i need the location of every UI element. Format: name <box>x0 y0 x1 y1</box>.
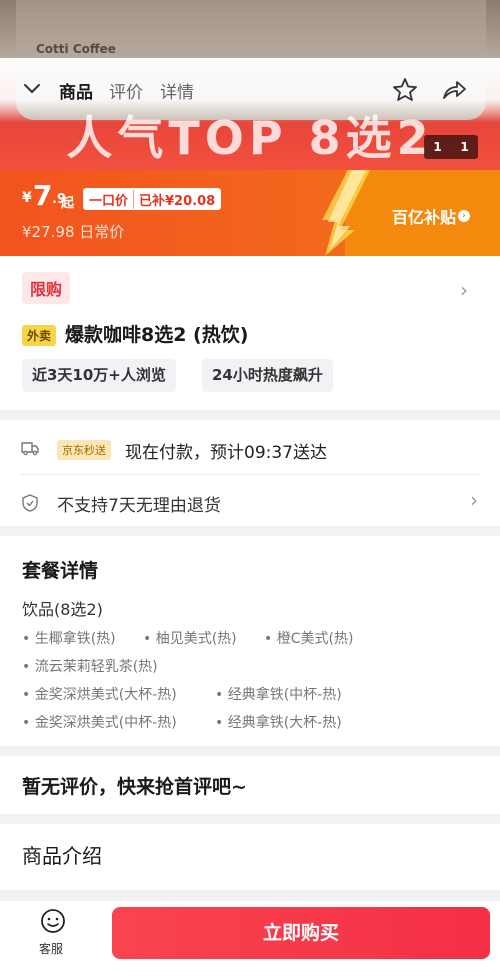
list-item: • 金奖深烘美式(中杯-热) <box>22 715 177 731</box>
subsidy-label: 百亿补贴 <box>392 208 457 227</box>
intro-title: 商品介绍 <box>22 844 102 868</box>
limit-badge: 限购 <box>22 272 71 304</box>
return-policy[interactable]: 不支持7天无理由退货 <box>57 491 221 516</box>
price-currency: ¥ <box>22 190 32 206</box>
original-price: ¥27.98 日常价 <box>22 223 125 241</box>
product-info-card: 限购 › 外卖 爆款咖啡8选2 (热饮) 近3天10万+人浏览 24小时热度飙升 <box>0 256 500 410</box>
price-integer: 7 <box>33 179 53 212</box>
delivery-card: 京东秒送 现在付款，预计09:37送达 不支持7天无理由退货 › <box>0 420 500 526</box>
list-item: • 柚见美式(热) <box>143 631 237 647</box>
channel-badge: 外卖 <box>22 325 57 346</box>
watermark: 哈迪斯风驰电掣 <box>400 964 470 975</box>
shield-icon <box>22 494 38 512</box>
chevron-right-icon[interactable]: › <box>460 278 468 302</box>
customer-service-icon[interactable] <box>40 908 66 934</box>
trending-chip: 24小时热度飙升 <box>202 359 333 392</box>
chevron-right-icon: › <box>458 210 471 222</box>
jd-express-badge: 京东秒送 <box>57 440 111 460</box>
price-tag: 一口价 已补¥20.08 <box>83 188 222 210</box>
list-item: • 经典拿铁(大杯-热) <box>215 715 342 731</box>
price-from-suffix: 起 <box>61 196 75 211</box>
chevron-right-icon[interactable]: › <box>470 488 478 512</box>
image-counter-total: 1 <box>460 140 469 154</box>
tab-details[interactable]: 详情 <box>160 78 194 103</box>
list-item: • 流云茉莉轻乳茶(热) <box>22 659 158 675</box>
image-counter: 1 1 <box>424 135 478 159</box>
truck-icon <box>21 442 39 456</box>
package-group: 饮品(8选2) <box>22 600 103 619</box>
share-icon[interactable] <box>440 76 468 104</box>
brand-logo-text: Cotti Coffee <box>36 42 116 56</box>
list-item: • 金奖深烘美式(大杯-热) <box>22 687 177 703</box>
divider <box>20 474 480 475</box>
fixed-price-label: 一口价 <box>84 189 135 209</box>
buy-now-button[interactable]: 立即购买 <box>112 907 490 959</box>
tab-product[interactable]: 商品 <box>59 78 93 103</box>
list-item: • 经典拿铁(中杯-热) <box>215 687 342 703</box>
chevron-down-icon[interactable] <box>22 78 42 98</box>
star-icon[interactable] <box>391 76 419 104</box>
subsidy-amount-label: 已补¥20.08 <box>134 189 221 209</box>
list-item: • 生椰拿铁(热) <box>22 631 116 647</box>
tab-reviews[interactable]: 评价 <box>109 78 143 103</box>
product-name: 爆款咖啡8选2 (热饮) <box>65 324 249 346</box>
package-details-card: 套餐详情 饮品(8选2) • 生椰拿铁(热) • 柚见美式(热) • 橙C美式(… <box>0 536 500 746</box>
reviews-empty-text: 暂无评价，快来抢首评吧~ <box>22 776 247 798</box>
top-nav-bar: 商品 评价 详情 <box>0 58 500 122</box>
lightning-decoration <box>322 170 370 256</box>
customer-service-label[interactable]: 客服 <box>39 940 63 957</box>
reviews-card[interactable]: 暂无评价，快来抢首评吧~ <box>0 756 500 814</box>
popularity-chip: 近3天10万+人浏览 <box>22 359 176 392</box>
subsidy-badge[interactable]: 百亿补贴 › <box>392 204 471 228</box>
product-intro-card: 商品介绍 <box>0 824 500 890</box>
delivery-eta: 现在付款，预计09:37送达 <box>125 443 327 463</box>
list-item: • 橙C美式(热) <box>264 631 354 647</box>
image-counter-current: 1 <box>433 140 442 154</box>
package-title: 套餐详情 <box>22 560 99 582</box>
